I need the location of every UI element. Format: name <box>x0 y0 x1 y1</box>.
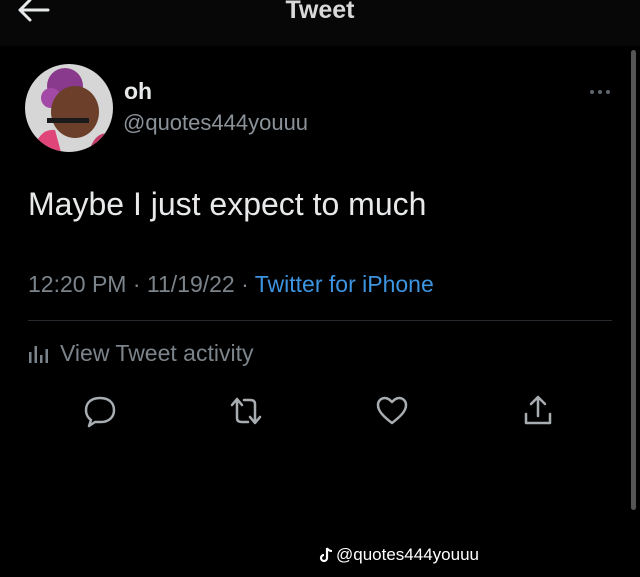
tweet-metadata: 12:20 PM · 11/19/22 · Twitter for iPhone <box>28 271 434 298</box>
tiktok-icon <box>319 547 333 563</box>
meta-separator: · <box>241 271 249 297</box>
meta-separator: · <box>132 271 141 297</box>
tweet-time[interactable]: 12:20 PM <box>28 271 126 297</box>
watermark-handle: @quotes444youuu <box>336 545 479 564</box>
more-options-icon[interactable] <box>588 88 612 96</box>
avatar[interactable] <box>25 64 113 152</box>
divider <box>28 320 612 321</box>
tweet-text: Maybe I just expect to much <box>28 186 427 222</box>
view-tweet-activity-label: View Tweet activity <box>60 339 254 366</box>
view-tweet-activity-link[interactable]: View Tweet activity <box>28 338 253 368</box>
user-handle[interactable]: @quotes444youuu <box>123 110 308 136</box>
tiktok-watermark: @quotes444youuu <box>319 545 479 565</box>
retweet-icon[interactable] <box>229 394 263 428</box>
activity-chart-icon <box>29 346 48 363</box>
display-name[interactable]: oh <box>124 78 152 105</box>
scrollbar[interactable] <box>631 50 636 510</box>
page-title: Tweet <box>285 0 355 24</box>
top-bar: Tweet <box>0 0 640 46</box>
like-icon[interactable] <box>375 394 409 428</box>
tweet-date[interactable]: 11/19/22 <box>147 271 235 297</box>
tweet-source-link[interactable]: Twitter for iPhone <box>255 271 434 297</box>
share-icon[interactable] <box>521 394 555 428</box>
reply-icon[interactable] <box>83 394 117 428</box>
